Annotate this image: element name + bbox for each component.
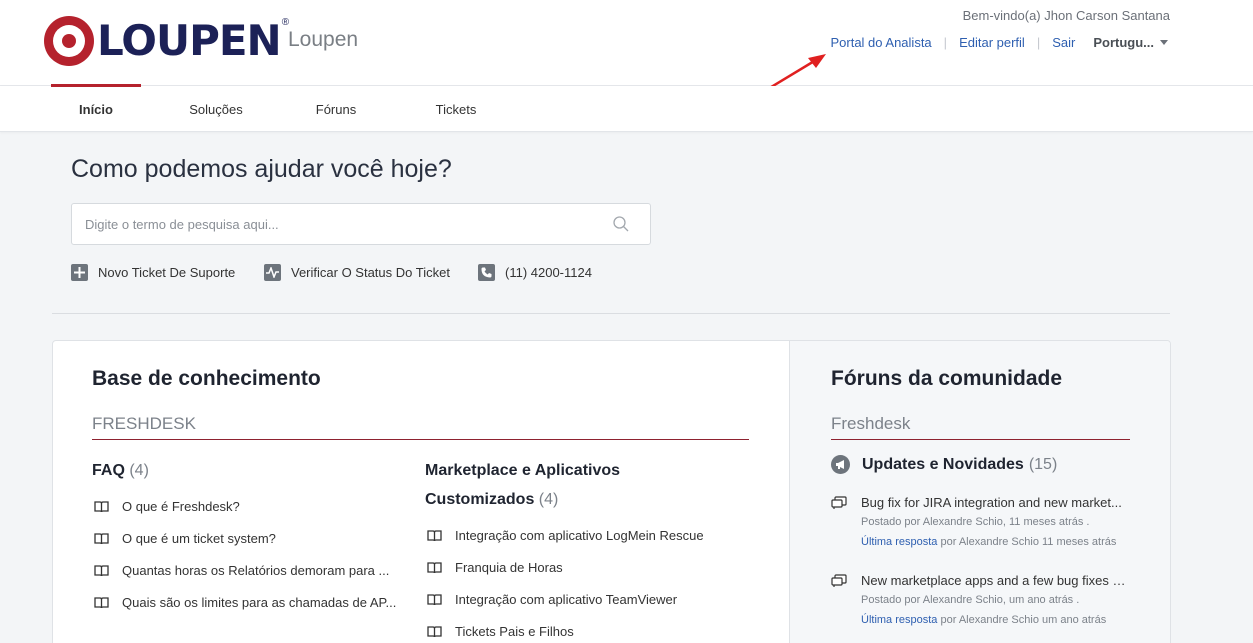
tab-label: Soluções — [189, 101, 243, 117]
topic-last-reply: Última resposta por Alexandre Schio 11 m… — [861, 536, 1131, 548]
search-icon[interactable] — [612, 215, 630, 233]
tab-label: Tickets — [435, 101, 477, 117]
edit-profile-link[interactable]: Editar perfil — [959, 35, 1025, 50]
article-title: Quais são os limites para as chamadas de… — [122, 595, 397, 610]
article-link[interactable]: Integração com aplicativo TeamViewer — [427, 592, 747, 607]
registered-mark: ® — [281, 17, 290, 28]
topic-posted: Postado por Alexandre Schio, um ano atrá… — [861, 594, 1080, 606]
tab-tickets[interactable]: Tickets — [411, 86, 501, 132]
site-header: LOUPEN ® Loupen Bem-vindo(a) Jhon Carson… — [0, 0, 1253, 86]
forum-topic: New marketplace apps and a few bug fixes… — [831, 573, 1131, 626]
topic-icon — [831, 573, 847, 587]
new-ticket-link[interactable]: Novo Ticket De Suporte — [71, 264, 235, 281]
topic-posted: Postado por Alexandre Schio, 11 meses at… — [861, 516, 1090, 528]
check-ticket-status-link[interactable]: Verificar O Status Do Ticket — [264, 264, 450, 281]
article-link[interactable]: Franquia de Horas — [427, 560, 747, 575]
section-divider — [52, 313, 1170, 314]
pulse-icon — [264, 264, 281, 281]
megaphone-icon — [831, 455, 850, 474]
category-count: (4) — [538, 491, 559, 508]
language-selector[interactable]: Portugu... — [1093, 35, 1168, 50]
book-icon — [427, 593, 442, 605]
link-separator: | — [943, 35, 948, 50]
article-link[interactable]: Quais são os limites para as chamadas de… — [94, 595, 399, 610]
tab-label: Início — [79, 101, 113, 117]
article-link[interactable]: Integração com aplicativo LogMein Rescue — [427, 528, 747, 543]
search-box — [71, 203, 651, 245]
category-faq[interactable]: FAQ (4) — [92, 456, 392, 485]
main-nav: Início Soluções Fóruns Tickets — [0, 84, 1253, 132]
tab-foruns[interactable]: Fóruns — [291, 86, 381, 132]
forums-panel: Fóruns da comunidade Freshdesk Updates e… — [789, 341, 1170, 643]
article-title: Quantas horas os Relatórios demoram para… — [122, 563, 390, 578]
book-icon — [427, 561, 442, 573]
new-ticket-label: Novo Ticket De Suporte — [98, 265, 236, 280]
article-link[interactable]: Tickets Pais e Filhos — [427, 624, 747, 639]
article-title: O que é Freshdesk? — [122, 499, 240, 514]
article-title: Integração com aplicativo TeamViewer — [455, 592, 678, 607]
category-count: (4) — [129, 462, 149, 479]
user-links: Portal do Analista | Editar perfil | Sai… — [830, 35, 1168, 50]
topic-title: New marketplace apps and a few bug fixes… — [861, 573, 1129, 588]
forum-updates[interactable]: Updates e Novidades (15) — [831, 455, 1057, 474]
book-icon — [94, 596, 109, 608]
forums-subheading: Freshdesk — [831, 414, 1130, 440]
tab-label: Fóruns — [315, 101, 357, 117]
last-reply-meta: por Alexandre Schio um ano atrás — [940, 614, 1107, 626]
forums-title: Fóruns da comunidade — [831, 367, 1063, 390]
content-card: Base de conhecimento FRESHDESK FAQ (4) O… — [52, 340, 1171, 643]
page-title: Como podemos ajudar você hoje? — [71, 155, 452, 183]
last-reply-link[interactable]: Última resposta — [861, 536, 937, 548]
forum-name: Updates e Novidades — [862, 455, 1024, 473]
phone-number: (11) 4200-1124 — [505, 265, 592, 280]
book-icon — [427, 529, 442, 541]
last-reply-link[interactable]: Última resposta — [861, 614, 937, 626]
logout-link[interactable]: Sair — [1052, 35, 1075, 50]
topic-link[interactable]: New marketplace apps and a few bug fixes… — [831, 573, 1131, 588]
topic-icon — [831, 495, 847, 509]
forum-count: (15) — [1028, 455, 1058, 473]
phone-icon — [478, 264, 495, 281]
link-separator: | — [1036, 35, 1041, 50]
knowledge-base-title: Base de conhecimento — [92, 367, 321, 390]
article-title: Franquia de Horas — [455, 560, 563, 575]
brand-name: Loupen — [288, 28, 359, 51]
brand-logo[interactable]: LOUPEN ® — [44, 15, 289, 67]
logo-mark-icon — [44, 16, 94, 66]
article-link[interactable]: Quantas horas os Relatórios demoram para… — [94, 563, 399, 578]
article-title: O que é um ticket system? — [122, 531, 276, 546]
article-link[interactable]: O que é Freshdesk? — [94, 499, 399, 514]
phone-link[interactable]: (11) 4200-1124 — [478, 264, 592, 281]
tab-solucoes[interactable]: Soluções — [171, 86, 261, 132]
language-label: Portugu... — [1093, 35, 1154, 50]
book-icon — [94, 564, 109, 576]
tab-inicio[interactable]: Início — [51, 84, 141, 132]
category-name: Marketplace e Aplicativos Customizados — [425, 462, 621, 508]
topic-link[interactable]: Bug fix for JIRA integration and new mar… — [831, 495, 1131, 510]
book-icon — [94, 500, 109, 512]
knowledge-base-subheading: FRESHDESK — [92, 414, 749, 440]
category-name: FAQ — [92, 462, 125, 479]
forum-topic: Bug fix for JIRA integration and new mar… — [831, 495, 1131, 548]
last-reply-meta: por Alexandre Schio 11 meses atrás — [940, 536, 1117, 548]
article-title: Tickets Pais e Filhos — [455, 624, 574, 639]
book-icon — [94, 532, 109, 544]
book-icon — [427, 625, 442, 637]
plus-icon — [71, 264, 88, 281]
category-marketplace[interactable]: Marketplace e Aplicativos Customizados (… — [425, 456, 685, 514]
welcome-message: Bem-vindo(a) Jhon Carson Santana — [962, 8, 1170, 23]
analyst-portal-link[interactable]: Portal do Analista — [830, 35, 931, 50]
search-input[interactable] — [72, 204, 592, 244]
logo-wordmark: LOUPEN — [97, 16, 282, 65]
article-title: Integração com aplicativo LogMein Rescue — [455, 528, 704, 543]
article-link[interactable]: O que é um ticket system? — [94, 531, 399, 546]
check-ticket-status-label: Verificar O Status Do Ticket — [291, 265, 450, 280]
topic-last-reply: Última resposta por Alexandre Schio um a… — [861, 614, 1131, 626]
chevron-down-icon — [1160, 40, 1168, 45]
topic-title: Bug fix for JIRA integration and new mar… — [861, 495, 1122, 510]
